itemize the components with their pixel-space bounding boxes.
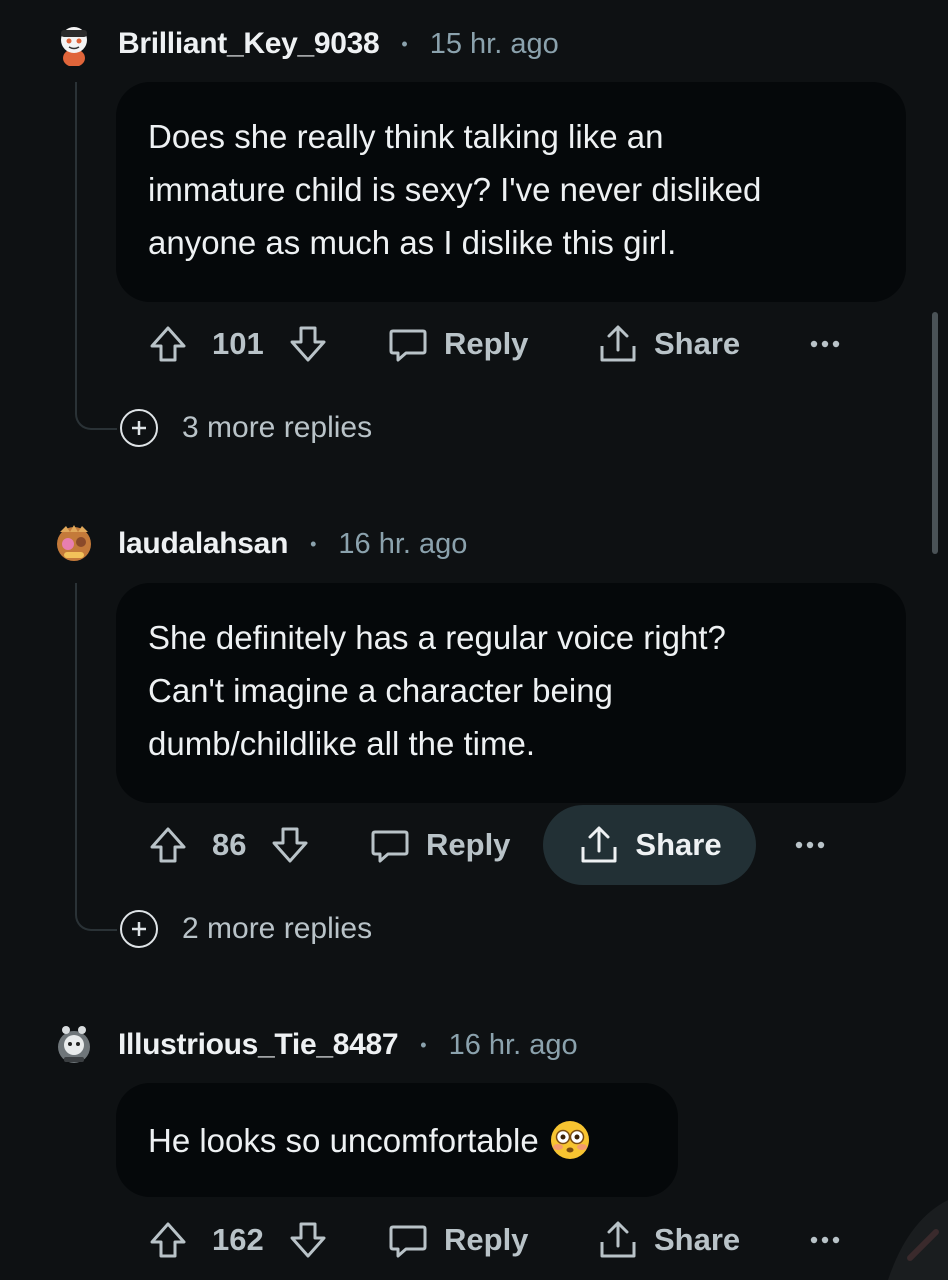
- more-icon: [795, 841, 825, 849]
- reply-icon: [389, 329, 427, 362]
- watermark-logo: [888, 1200, 948, 1280]
- share-button[interactable]: Share: [596, 1200, 740, 1280]
- body-line: Can't imagine a character being: [148, 672, 613, 709]
- reply-label: Reply: [444, 326, 529, 361]
- share-label: Share: [654, 326, 741, 361]
- more-icon: [810, 340, 840, 348]
- upvote-button[interactable]: [146, 1200, 190, 1280]
- downvote-icon: [290, 1222, 326, 1258]
- timestamp: 16 hr. ago: [338, 527, 468, 560]
- expand-icon: [120, 910, 158, 948]
- vote-count: 101: [212, 326, 264, 361]
- vote-count: 86: [212, 827, 247, 862]
- vote-count: 162: [212, 1222, 264, 1257]
- thread-connector: [75, 903, 117, 931]
- upvote-button[interactable]: [146, 805, 190, 885]
- comment-body: He looks so uncomfortable: [116, 1083, 678, 1197]
- more-options-button[interactable]: [795, 805, 825, 885]
- comment-body: She definitely has a regular voice right…: [116, 583, 906, 803]
- share-button[interactable]: Share: [543, 805, 756, 885]
- scrollbar[interactable]: [932, 312, 938, 554]
- action-bar: 86 Reply Share: [0, 805, 948, 885]
- share-label: Share: [635, 827, 722, 862]
- username[interactable]: laudalahsan: [118, 527, 288, 561]
- timestamp: 15 hr. ago: [429, 27, 559, 60]
- upvote-icon: [150, 326, 186, 362]
- reply-label: Reply: [444, 1222, 529, 1257]
- reply-icon: [389, 1225, 427, 1258]
- avatar[interactable]: [52, 22, 96, 67]
- upvote-icon: [150, 827, 186, 863]
- body-line: Does she really think talking like an: [148, 118, 664, 155]
- reply-button[interactable]: Reply: [368, 805, 510, 885]
- upvote-button[interactable]: [146, 304, 190, 384]
- downvote-icon: [272, 827, 308, 863]
- reply-label: Reply: [426, 827, 511, 862]
- more-replies-label: 2 more replies: [182, 912, 373, 945]
- more-replies-link[interactable]: 2 more replies: [120, 907, 372, 951]
- more-replies-link[interactable]: 3 more replies: [120, 406, 372, 450]
- expand-icon: [120, 409, 158, 447]
- separator-dot: •: [401, 33, 408, 54]
- share-icon: [581, 826, 617, 863]
- more-replies-label: 3 more replies: [182, 411, 373, 444]
- share-button[interactable]: Share: [596, 304, 740, 384]
- share-label: Share: [654, 1222, 741, 1257]
- avatar[interactable]: [52, 522, 96, 566]
- separator-dot: •: [310, 533, 317, 554]
- avatar[interactable]: [52, 1023, 96, 1067]
- action-bar: 162 Reply Share: [0, 1200, 948, 1280]
- reply-icon: [371, 830, 409, 863]
- body-line: She definitely has a regular voice right…: [148, 619, 726, 656]
- downvote-button[interactable]: [286, 1200, 330, 1280]
- body-line: immature child is sexy? I've never disli…: [148, 171, 762, 208]
- share-icon: [600, 325, 636, 362]
- more-options-button[interactable]: [810, 1200, 840, 1280]
- body-line: anyone as much as I dislike this girl.: [148, 224, 677, 261]
- thread-connector: [75, 402, 117, 430]
- action-bar: 101 Reply Share: [0, 304, 948, 384]
- downvote-icon: [290, 326, 326, 362]
- reply-button[interactable]: Reply: [386, 304, 528, 384]
- comment-body: Does she really think talking like an im…: [116, 82, 906, 302]
- timestamp: 16 hr. ago: [448, 1028, 578, 1061]
- reply-button[interactable]: Reply: [386, 1200, 528, 1280]
- username[interactable]: Brilliant_Key_9038: [118, 27, 380, 61]
- downvote-button[interactable]: [286, 304, 330, 384]
- comment-header: Illustrious_Tie_8487 • 16 hr. ago: [118, 1023, 578, 1067]
- body-line: He looks so uncomfortable: [148, 1121, 539, 1159]
- more-options-button[interactable]: [810, 304, 840, 384]
- downvote-button[interactable]: [268, 805, 312, 885]
- flushed-face-emoji: [550, 1121, 589, 1159]
- share-icon: [600, 1221, 636, 1258]
- comment-header: Brilliant_Key_9038 • 15 hr. ago: [118, 22, 559, 66]
- comment-header: laudalahsan • 16 hr. ago: [118, 522, 467, 566]
- more-icon: [810, 1236, 840, 1244]
- body-line: dumb/childlike all the time.: [148, 725, 536, 762]
- upvote-icon: [150, 1222, 186, 1258]
- username[interactable]: Illustrious_Tie_8487: [118, 1028, 399, 1062]
- separator-dot: •: [420, 1034, 427, 1055]
